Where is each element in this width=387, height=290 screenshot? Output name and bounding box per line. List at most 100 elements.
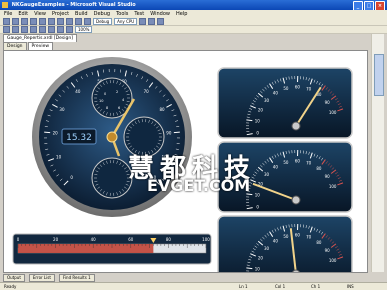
redo-icon[interactable] <box>75 18 82 25</box>
rg2-label-100: 100 <box>329 184 337 189</box>
bring-front-icon[interactable] <box>57 26 64 33</box>
rg2-label-0: 0 <box>256 204 259 209</box>
align-left-icon[interactable] <box>3 26 10 33</box>
rg2-label-80: 80 <box>316 166 322 171</box>
main-gauge-label-30: 30 <box>59 107 65 112</box>
linear-label-40: 40 <box>91 237 97 242</box>
main-gauge-label-70: 70 <box>144 89 150 94</box>
right-gauge-3: 0 10 20 30 40 50 60 70 80 90 100 <box>217 215 353 287</box>
tab-output[interactable]: Output <box>3 274 25 282</box>
subdial-label-8: 8 <box>106 106 108 110</box>
main-gauge-hub <box>106 131 118 143</box>
rg2-label-70: 70 <box>306 161 312 166</box>
menu-project[interactable]: Project <box>52 11 69 17</box>
rg3-label-90: 90 <box>325 248 331 253</box>
rg1-label-100: 100 <box>329 110 337 115</box>
rg1-label-50: 50 <box>283 86 289 91</box>
properties-icon[interactable] <box>157 18 165 25</box>
status-char: Ch 1 <box>311 284 321 289</box>
linear-label-60: 60 <box>128 237 134 242</box>
main-gauge-label-40: 40 <box>75 89 81 94</box>
menu-help[interactable]: Help <box>176 11 187 17</box>
solution-explorer-icon[interactable] <box>148 18 156 25</box>
document-tab[interactable]: Gauge_Repertis.xrdl [Design] <box>3 34 77 42</box>
cut-icon[interactable] <box>39 18 46 25</box>
solution-config-select[interactable]: Debug <box>93 18 113 25</box>
standard-toolbar: Debug Any CPU <box>0 18 387 26</box>
scrollbar-thumb[interactable] <box>374 54 384 96</box>
tab-error-list[interactable]: Error List <box>28 274 55 282</box>
rg3-label-80: 80 <box>316 240 322 245</box>
layout-toolbar: 100% <box>0 26 387 34</box>
zoom-select[interactable]: 100% <box>75 26 93 33</box>
rg3-label-30: 30 <box>264 246 270 251</box>
new-project-icon[interactable] <box>3 18 10 25</box>
menu-test[interactable]: Test <box>134 11 144 17</box>
open-icon[interactable] <box>12 18 19 25</box>
right-gauge-3-panel <box>217 215 353 287</box>
undo-icon[interactable] <box>66 18 73 25</box>
linear-label-0: 0 <box>17 237 20 242</box>
rg2-label-60: 60 <box>295 159 301 164</box>
save-all-icon[interactable] <box>30 18 37 25</box>
digital-readout-value: 15.32 <box>66 133 92 143</box>
rg3-label-70: 70 <box>306 235 312 240</box>
subdial-label-10: 10 <box>99 99 103 103</box>
visual-studio-icon <box>2 1 8 8</box>
rg2-label-10: 10 <box>255 193 261 198</box>
align-middle-icon[interactable] <box>39 26 46 33</box>
menu-tools[interactable]: Tools <box>116 11 128 17</box>
send-back-icon[interactable] <box>66 26 73 33</box>
rg2-label-30: 30 <box>264 172 270 177</box>
rg1-label-40: 40 <box>273 90 279 95</box>
menu-view[interactable]: View <box>34 11 46 17</box>
right-gauge-1: 0 10 20 30 40 50 60 70 80 90 100 <box>217 67 353 139</box>
copy-icon[interactable] <box>48 18 55 25</box>
align-right-icon[interactable] <box>21 26 28 33</box>
linear-label-80: 80 <box>166 237 172 242</box>
right-gauge-1-panel <box>217 67 353 139</box>
status-column: Col 1 <box>275 284 286 289</box>
find-icon[interactable] <box>139 18 147 25</box>
rg2-label-50: 50 <box>283 160 289 165</box>
start-debug-icon[interactable] <box>84 18 91 25</box>
align-bottom-icon[interactable] <box>48 26 55 33</box>
linear-label-100: 100 <box>202 237 210 242</box>
rg3-label-10: 10 <box>255 267 261 272</box>
right-gauge-1-hub <box>291 121 301 131</box>
menu-debug[interactable]: Debug <box>94 11 110 17</box>
solution-platform-select[interactable]: Any CPU <box>114 18 138 25</box>
main-gauge-label-10: 10 <box>56 154 62 159</box>
rg1-label-60: 60 <box>295 85 301 90</box>
menu-build[interactable]: Build <box>75 11 88 17</box>
menu-edit[interactable]: Edit <box>18 11 28 17</box>
status-line: Ln 1 <box>239 284 248 289</box>
paste-icon[interactable] <box>57 18 64 25</box>
menu-window[interactable]: Window <box>150 11 170 17</box>
rg1-label-70: 70 <box>306 87 312 92</box>
rg1-label-20: 20 <box>258 108 264 113</box>
rg3-label-60: 60 <box>295 233 301 238</box>
rg2-label-40: 40 <box>273 164 279 169</box>
menu-bar: File Edit View Project Build Debug Tools… <box>0 10 387 18</box>
rg3-label-20: 20 <box>258 256 264 261</box>
rg1-label-90: 90 <box>325 100 331 105</box>
status-bar: Ready Ln 1 Col 1 Ch 1 INS <box>0 282 387 290</box>
rg1-label-30: 30 <box>264 98 270 103</box>
linear-label-20: 20 <box>53 237 59 242</box>
tab-find-results[interactable]: Find Results 1 <box>58 274 95 282</box>
watermark-url: EVGET.COM <box>147 176 251 195</box>
main-gauge-label-80: 80 <box>159 107 165 112</box>
right-gauge-2-hub <box>291 195 301 205</box>
align-top-icon[interactable] <box>30 26 37 33</box>
bottom-panel-tabs: Output Error List Find Results 1 <box>3 274 95 282</box>
menu-file[interactable]: File <box>4 11 12 17</box>
status-ready: Ready <box>4 284 17 289</box>
bottom-subdial <box>91 157 133 199</box>
vertical-scrollbar[interactable] <box>371 34 384 272</box>
save-icon[interactable] <box>21 18 28 25</box>
align-center-icon[interactable] <box>12 26 19 33</box>
subdial-label-6: 6 <box>118 106 120 110</box>
title-bar: NKGaugeExamples - Microsoft Visual Studi… <box>0 0 387 11</box>
rg3-label-50: 50 <box>283 234 289 239</box>
